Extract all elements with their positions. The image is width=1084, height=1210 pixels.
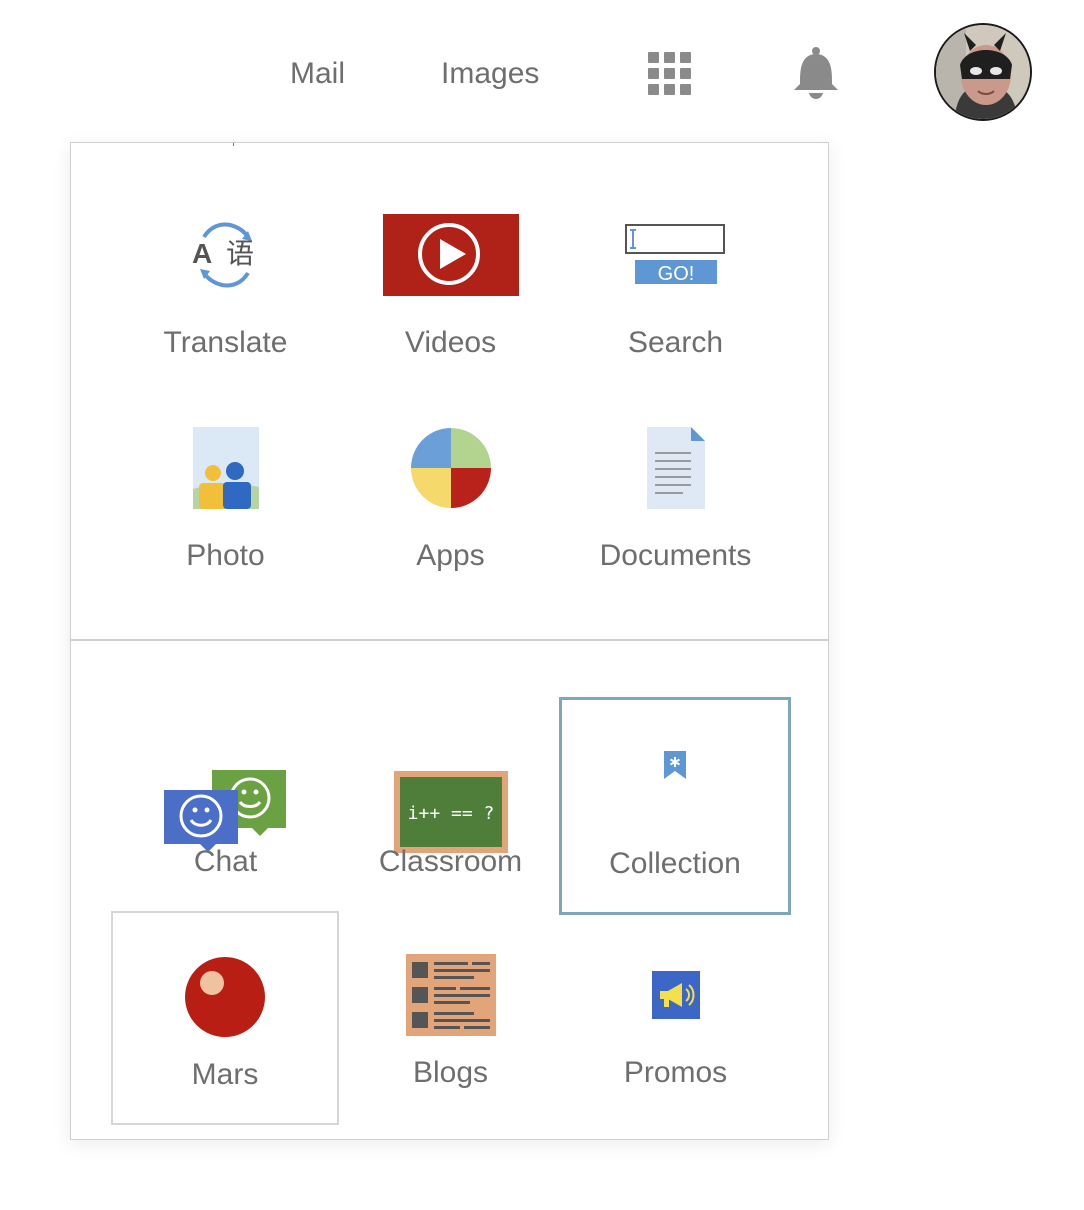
bookmark-icon [562, 676, 788, 856]
app-label: Promos [623, 1056, 728, 1089]
video-play-icon [338, 165, 563, 345]
chalkboard-text: i++ == ? [407, 803, 494, 824]
app-tile-videos[interactable]: Videos [338, 165, 563, 365]
app-tile-search[interactable]: GO! Search [563, 165, 788, 365]
app-label: Classroom [378, 845, 523, 878]
images-link[interactable]: Images [441, 54, 539, 94]
app-tile-translate[interactable]: A 语 Translate [113, 165, 338, 365]
app-tile-collection[interactable]: Collection [559, 697, 791, 915]
app-label: Blogs [412, 1056, 489, 1089]
app-tile-promos[interactable]: Promos [563, 911, 788, 1125]
app-tile-blogs[interactable]: Blogs [338, 911, 563, 1125]
app-tile-chat[interactable]: Chat [113, 698, 338, 916]
app-label: Documents [599, 539, 752, 572]
app-tile-photo[interactable]: Photo [113, 378, 338, 578]
app-label: Translate [163, 326, 288, 359]
app-launcher-panel: A 语 Translate Videos GO! Search Photo Ap… [70, 142, 829, 1140]
mail-link[interactable]: Mail [290, 54, 345, 94]
app-label: Apps [416, 539, 485, 572]
app-label: Search [627, 326, 724, 359]
document-icon [563, 378, 788, 558]
app-tile-mars[interactable]: Mars [111, 911, 339, 1125]
app-label: Photo [186, 539, 265, 572]
search-go-text: GO! [657, 263, 694, 285]
apps-grid-icon[interactable] [648, 52, 692, 96]
translate-glyph-a: A [192, 238, 212, 269]
photo-people-icon [113, 378, 338, 558]
app-label: Mars [191, 1058, 259, 1091]
app-label: Collection [609, 847, 741, 880]
translate-glyph-cn: 语 [226, 237, 254, 270]
app-tile-documents[interactable]: Documents [563, 378, 788, 578]
app-tile-apps[interactable]: Apps [338, 378, 563, 578]
apps-pie-icon [338, 378, 563, 558]
app-label: Videos [404, 326, 497, 359]
search-go-icon: GO! [563, 165, 788, 345]
panel-notch [233, 143, 234, 146]
top-bar: Mail Images [0, 0, 1084, 140]
app-tile-classroom[interactable]: i++ == ? Classroom [338, 698, 563, 916]
section-divider [71, 639, 828, 641]
user-avatar[interactable] [934, 23, 1032, 121]
app-label: Chat [193, 845, 258, 878]
translate-icon: A 语 [113, 165, 338, 345]
notifications-bell-icon[interactable] [790, 46, 842, 100]
